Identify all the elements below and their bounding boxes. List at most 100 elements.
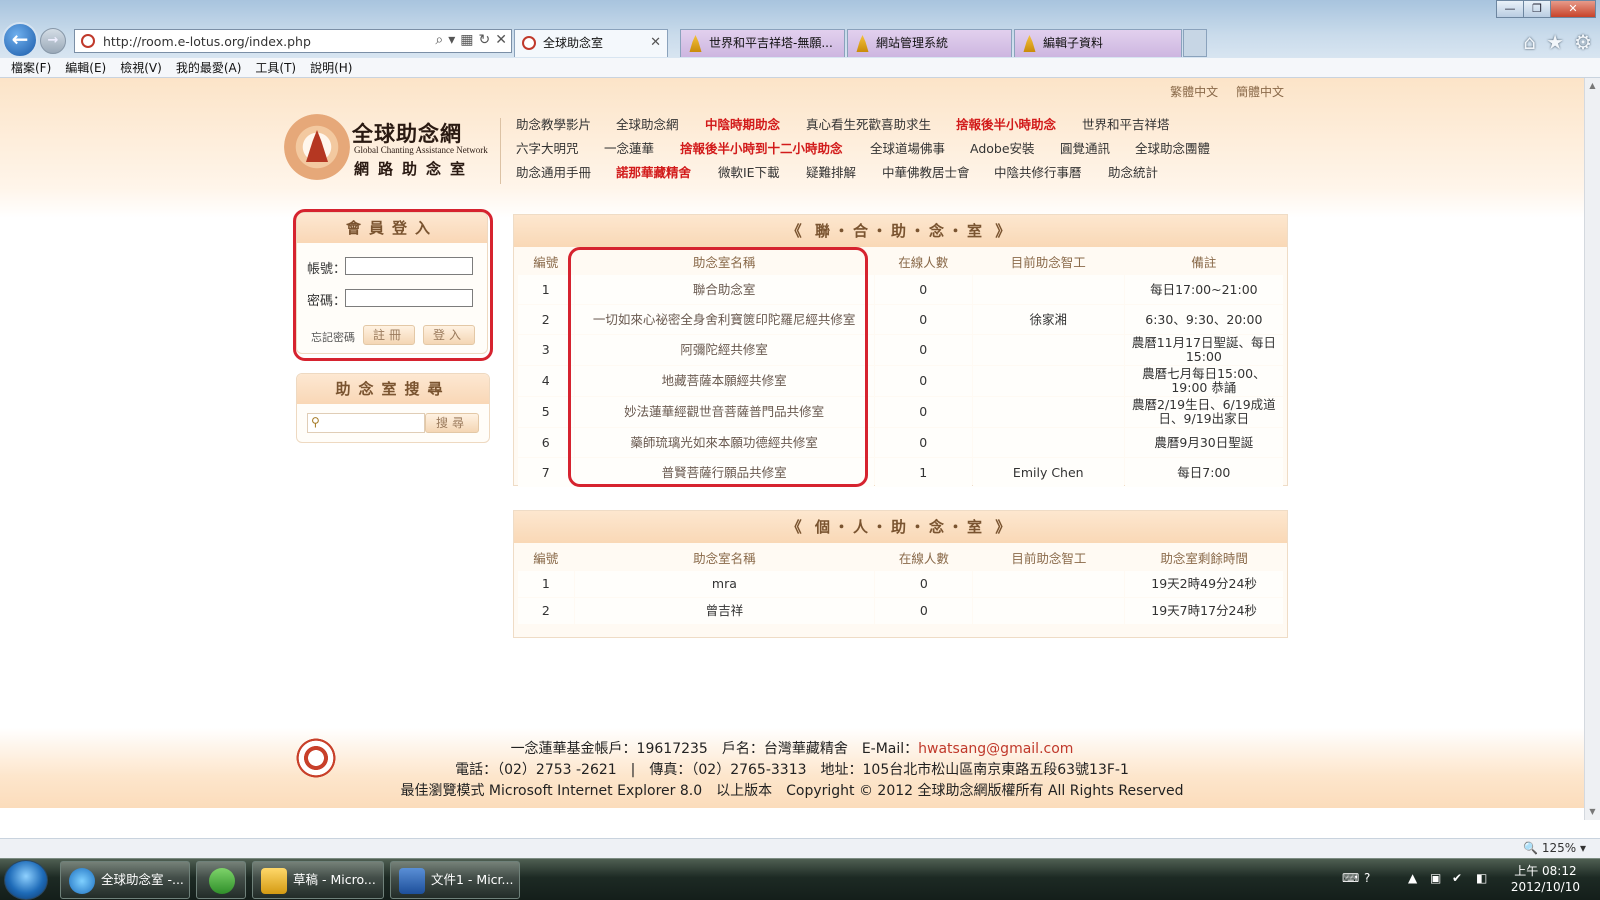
scroll-down-icon[interactable]: ▼ xyxy=(1585,804,1600,820)
address-bar[interactable]: http://room.e-lotus.org/index.php ⌕ ▾ ▦ … xyxy=(74,29,512,53)
header-divider xyxy=(500,118,501,184)
tab-site-admin[interactable]: 網站管理系統 xyxy=(847,29,1012,57)
footer-email-link[interactable]: hwatsang@gmail.com xyxy=(918,741,1073,757)
stop-icon[interactable]: ✕ xyxy=(495,32,507,48)
menu-edit[interactable]: 編輯(E) xyxy=(58,58,113,77)
taskbar-item-outlook-draft[interactable]: 草稿 - Micro... xyxy=(252,861,384,899)
tools-gear-icon[interactable]: ⚙ xyxy=(1574,30,1592,54)
help-icon[interactable]: ? xyxy=(1364,871,1370,885)
forward-button[interactable]: → xyxy=(40,28,66,54)
vertical-scrollbar[interactable]: ▲ ▼ xyxy=(1584,78,1600,820)
refresh-icon[interactable]: ↻ xyxy=(479,32,491,48)
tab-world-peace-stupa[interactable]: 世界和平吉祥塔-無願... xyxy=(680,29,845,57)
nav-link[interactable]: 一念蓮華 xyxy=(604,138,654,157)
room-name-link[interactable]: 地藏菩薩本願經共修室 xyxy=(574,366,874,396)
search-button[interactable]: 搜尋 xyxy=(425,413,479,433)
home-icon[interactable]: ⌂ xyxy=(1523,30,1536,54)
scroll-up-icon[interactable]: ▲ xyxy=(1585,78,1600,94)
nav-link[interactable]: 助念通用手冊 xyxy=(516,162,591,181)
minimize-button[interactable]: — xyxy=(1496,0,1524,18)
site-logo[interactable]: 全球助念網 Global Chanting Assistance Network… xyxy=(284,114,492,184)
security-icon[interactable]: ✔ xyxy=(1452,871,1462,885)
nav-link[interactable]: 捨報後半小時到十二小時助念 xyxy=(680,138,843,157)
start-button[interactable] xyxy=(4,860,48,900)
nav-link[interactable]: 圓覺通訊 xyxy=(1060,138,1110,157)
nav-link[interactable]: 疑難排解 xyxy=(806,162,856,181)
nav-link[interactable]: 六字大明咒 xyxy=(516,138,579,157)
dropdown-icon[interactable]: ▾ xyxy=(448,32,455,48)
favorites-star-icon[interactable]: ★ xyxy=(1546,30,1564,54)
nav-link[interactable]: 全球助念網 xyxy=(616,114,679,133)
table-row: 2 曾吉祥 0 19天7時17分24秒 xyxy=(518,598,1283,624)
room-name-link[interactable]: 普賢菩薩行願品共修室 xyxy=(574,458,874,487)
close-tab-icon[interactable]: ✕ xyxy=(650,30,661,56)
close-window-button[interactable]: ✕ xyxy=(1550,0,1596,18)
room-name-link[interactable]: 曾吉祥 xyxy=(574,598,875,624)
online-count: 0 xyxy=(874,428,972,457)
browser-chrome: — ❐ ✕ ← → http://room.e-lotus.org/index.… xyxy=(0,0,1600,58)
online-count: 0 xyxy=(874,335,972,365)
online-count: 0 xyxy=(874,305,972,334)
taskbar-item-word[interactable]: 文件1 - Micr... xyxy=(390,861,520,899)
footer-copyright-line: 最佳瀏覽模式 Microsoft Internet Explorer 8.0 以… xyxy=(400,783,1184,799)
footer-account-text: 一念蓮華基金帳戶：19617235 戶名：台灣華藏精舍 E-Mail： xyxy=(510,741,919,757)
back-button[interactable]: ← xyxy=(2,22,38,58)
nav-link[interactable]: 全球助念團體 xyxy=(1135,138,1210,157)
nav-link[interactable]: 捨報後半小時助念 xyxy=(956,114,1056,133)
lotus-emblem-icon xyxy=(284,114,350,180)
compatibility-view-icon[interactable]: ▦ xyxy=(460,32,473,48)
mail-icon xyxy=(261,868,287,894)
lang-traditional-link[interactable]: 繁體中文 xyxy=(1170,85,1218,99)
room-name-link[interactable]: 阿彌陀經共修室 xyxy=(574,335,874,365)
tab-label: 編輯子資料 xyxy=(1043,36,1104,50)
lang-simplified-link[interactable]: 簡體中文 xyxy=(1236,85,1284,99)
show-hidden-icons-icon[interactable]: ▲ xyxy=(1408,871,1417,885)
taskbar: 全球助念室 -... 草稿 - Micro... 文件1 - Micr... ⌨… xyxy=(0,858,1600,900)
tab-global-chanting-room[interactable]: 全球助念室 ✕ xyxy=(514,29,668,57)
nav-link[interactable]: 中陰時期助念 xyxy=(705,114,780,133)
nav-link[interactable]: 諾那華藏精舍 xyxy=(616,162,691,181)
room-name-link[interactable]: 藥師琉璃光如來本願功德經共修室 xyxy=(574,428,874,457)
network-icon[interactable]: ▣ xyxy=(1430,871,1441,885)
table-row: 5 妙法蓮華經觀世音菩薩普門品共修室 0 農曆2/19生日、6/19成道日、9/… xyxy=(518,397,1283,427)
room-name-link[interactable]: 一切如來心祕密全身舍利寶篋印陀羅尼經共修室 xyxy=(574,305,874,334)
nav-link[interactable]: 助念教學影片 xyxy=(516,114,591,133)
room-number: 5 xyxy=(518,397,574,427)
tab-edit-data[interactable]: 編輯子資料 xyxy=(1014,29,1182,57)
magnifier-icon: ⚲ xyxy=(311,415,320,429)
menu-view[interactable]: 檢視(V) xyxy=(113,58,169,77)
room-number: 6 xyxy=(518,428,574,457)
column-header: 目前助念智工 xyxy=(1011,550,1087,566)
keyboard-icon[interactable]: ⌨ xyxy=(1342,871,1359,885)
menu-help[interactable]: 說明(H) xyxy=(303,58,359,77)
room-name-link[interactable]: 聯合助念室 xyxy=(574,275,874,304)
volume-icon[interactable]: ◧ xyxy=(1476,871,1487,885)
taskbar-item-ie[interactable]: 全球助念室 -... xyxy=(60,861,190,899)
menu-favorites[interactable]: 我的最愛(A) xyxy=(169,58,249,77)
nav-link[interactable]: 中陰共修行事曆 xyxy=(994,162,1082,181)
tab-label: 網站管理系統 xyxy=(876,36,949,50)
menu-tools[interactable]: 工具(T) xyxy=(248,58,303,77)
address-url[interactable]: http://room.e-lotus.org/index.php xyxy=(103,34,311,49)
new-tab-button[interactable] xyxy=(1183,29,1207,57)
remaining-time: 19天7時17分24秒 xyxy=(1125,598,1283,624)
column-header: 助念室名稱 xyxy=(693,550,756,566)
maximize-button[interactable]: ❐ xyxy=(1523,0,1551,18)
zoom-level[interactable]: 🔍 125% ▾ xyxy=(1523,841,1586,855)
room-name-link[interactable]: mra xyxy=(574,571,875,597)
taskbar-item-messenger[interactable] xyxy=(196,861,246,899)
nav-link[interactable]: Adobe安裝 xyxy=(970,138,1035,157)
room-name-link[interactable]: 妙法蓮華經觀世音菩薩普門品共修室 xyxy=(574,397,874,427)
menu-file[interactable]: 檔案(F) xyxy=(4,58,58,77)
search-input[interactable]: ⚲ xyxy=(307,413,425,433)
nav-link[interactable]: 全球道場佛事 xyxy=(870,138,945,157)
nav-link[interactable]: 中華佛教居士會 xyxy=(882,162,970,181)
current-volunteer xyxy=(972,275,1124,304)
footer-contact-line: 電話：（02）2753 -2621 | 傳真：（02）2765-3313 地址：… xyxy=(455,762,1129,778)
nav-link[interactable]: 真心看生死歡喜助求生 xyxy=(806,114,931,133)
system-clock[interactable]: 上午 08:12 2012/10/10 xyxy=(1511,863,1580,895)
nav-link[interactable]: 助念統計 xyxy=(1108,162,1158,181)
nav-link[interactable]: 微軟IE下載 xyxy=(718,162,780,181)
search-icon[interactable]: ⌕ xyxy=(435,32,443,48)
nav-link[interactable]: 世界和平吉祥塔 xyxy=(1082,114,1170,133)
